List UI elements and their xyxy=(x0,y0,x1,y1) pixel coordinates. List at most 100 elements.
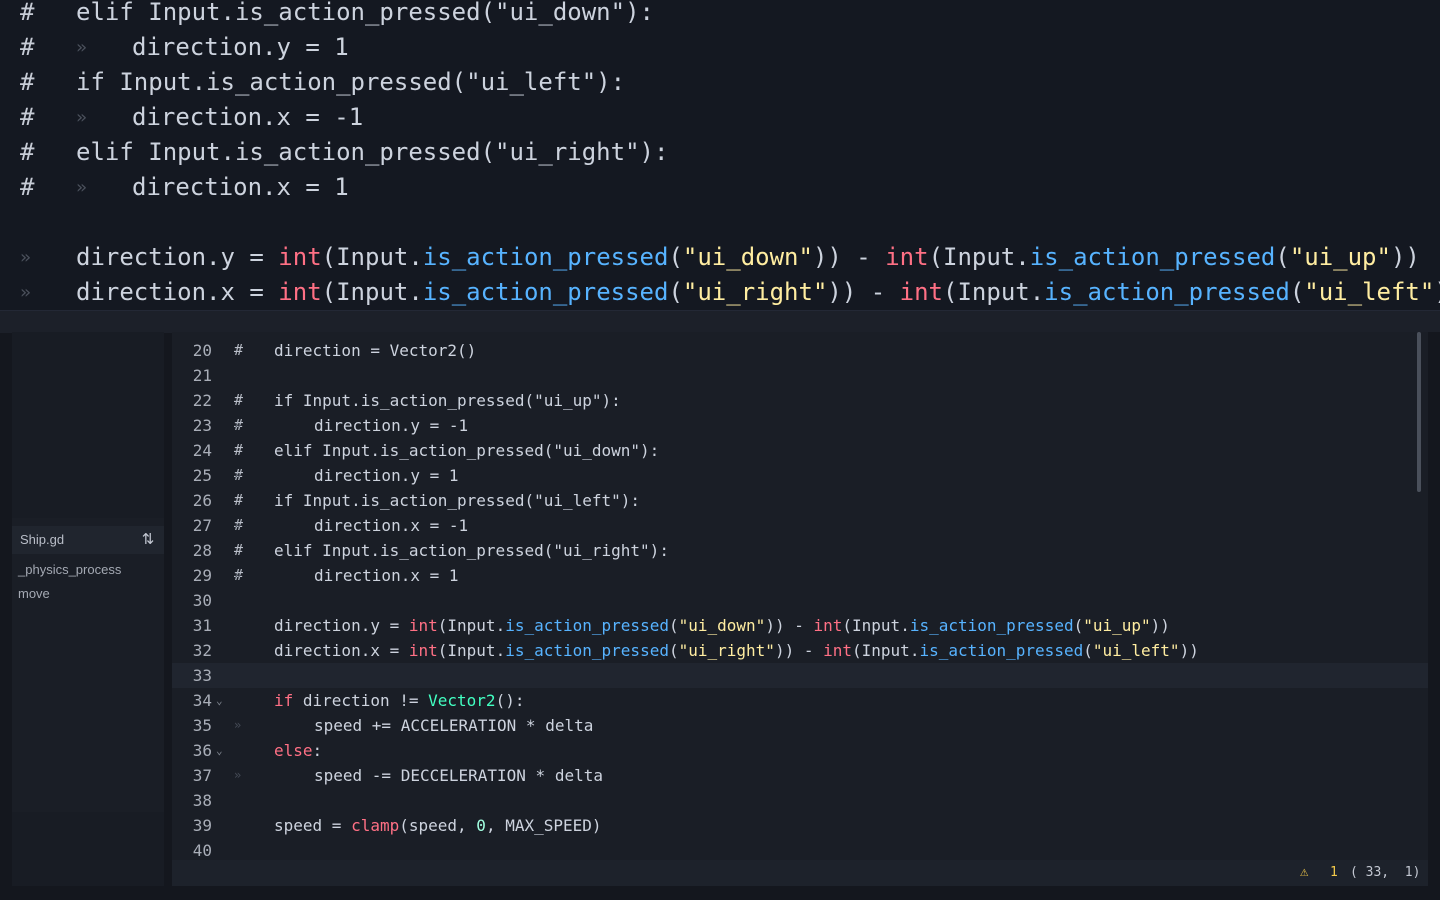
code-token: direction.y = -1 xyxy=(314,416,469,435)
warning-icon[interactable]: ⚠ xyxy=(1300,864,1308,880)
code-line[interactable]: 36 ⌄ else: xyxy=(172,738,1428,763)
code-line[interactable]: 32 direction.x = int(Input.is_action_pres… xyxy=(172,638,1428,663)
code-token: int xyxy=(408,641,438,660)
code-token: int xyxy=(408,616,438,635)
comment-marker: # xyxy=(234,391,244,409)
code-token: )) xyxy=(1150,616,1170,635)
code-token: elif Input.is_action_pressed("ui_down"): xyxy=(76,0,654,26)
line-number: 27 xyxy=(192,516,212,535)
comment-marker: # xyxy=(20,173,35,201)
code-token: direction.x = 1 xyxy=(314,566,459,585)
line-number: 38 xyxy=(192,791,212,810)
code-line[interactable]: 27 #» direction.x = -1 xyxy=(172,513,1428,538)
panel-divider xyxy=(0,310,1440,333)
code-token: if Input.is_action_pressed("ui_up"): xyxy=(274,391,621,410)
tab-indicator-icon: » xyxy=(234,568,242,582)
code-token: (Input. xyxy=(437,641,506,660)
code-text: direction.y = int(Input.is_action_presse… xyxy=(274,613,1170,638)
code-token: if Input.is_action_pressed("ui_left"): xyxy=(76,68,626,96)
code-token: if xyxy=(274,691,294,710)
code-line[interactable]: 23 #» direction.y = -1 xyxy=(172,413,1428,438)
sort-icon[interactable]: ⇅ xyxy=(138,530,158,550)
code-text: elif Input.is_action_pressed("ui_right")… xyxy=(274,538,669,563)
code-token: "ui_down" xyxy=(682,243,813,271)
code-token: direction.y = 1 xyxy=(314,466,459,485)
code-token: ( xyxy=(668,616,679,635)
comment-marker: # xyxy=(234,441,244,459)
line-number: 22 xyxy=(192,391,212,410)
code-token: (Input. xyxy=(321,243,423,271)
code-token: int xyxy=(813,616,843,635)
code-line[interactable]: 38 xyxy=(172,788,1428,813)
code-token: 0 xyxy=(476,816,486,835)
code-text: elif Input.is_action_pressed("ui_down"): xyxy=(274,438,659,463)
code-token: is_action_pressed xyxy=(1044,278,1290,306)
code-token: direction.x = -1 xyxy=(314,516,469,535)
method-item[interactable]: move xyxy=(18,586,50,601)
code-editor[interactable]: 20 # direction = Vector2() 21 22 # if Input.is… xyxy=(172,332,1428,860)
code-text: elif Input.is_action_pressed("ui_down"): xyxy=(76,0,654,30)
code-token: (Input. xyxy=(437,616,506,635)
line-number: 33 xyxy=(192,666,212,685)
code-line[interactable]: 35 » speed += ACCELERATION * delta xyxy=(172,713,1428,738)
code-line[interactable]: 25 #» direction.y = 1 xyxy=(172,463,1428,488)
fold-arrow-icon[interactable]: ⌄ xyxy=(216,738,223,763)
cursor-position: ( 33, 1) xyxy=(1350,865,1421,880)
code-token: is_action_pressed xyxy=(1029,243,1276,271)
script-list[interactable] xyxy=(12,332,164,518)
fold-arrow-icon[interactable]: ⌄ xyxy=(216,688,223,713)
code-token: elif Input.is_action_pressed("ui_right")… xyxy=(274,541,669,560)
code-token: direction = Vector2() xyxy=(274,341,477,360)
tab-indicator-icon: » xyxy=(234,418,242,432)
code-line[interactable]: 31 direction.y = int(Input.is_action_pres… xyxy=(172,613,1428,638)
code-token: (Input. xyxy=(943,278,1045,306)
code-line[interactable]: 22 # if Input.is_action_pressed("ui_up"): xyxy=(172,388,1428,413)
code-token: )) - xyxy=(812,243,886,271)
code-token: is_action_pressed xyxy=(422,278,669,306)
code-token: "ui_up" xyxy=(1083,616,1151,635)
code-token: (Input. xyxy=(321,278,423,306)
code-token: (): xyxy=(495,691,525,710)
code-line[interactable]: 24 # elif Input.is_action_pressed("ui_down… xyxy=(172,438,1428,463)
line-number: 26 xyxy=(192,491,212,510)
method-item[interactable]: _physics_process xyxy=(18,562,121,577)
code-token: ( xyxy=(668,243,683,271)
code-token: ( xyxy=(1275,243,1290,271)
code-line[interactable]: 30 xyxy=(172,588,1428,613)
code-line[interactable]: 39 speed = clamp(speed, 0, MAX_SPEED) xyxy=(172,813,1428,838)
line-number: 40 xyxy=(192,841,212,860)
editor-scrollbar[interactable] xyxy=(1417,332,1421,492)
code-line[interactable]: 21 xyxy=(172,363,1428,388)
code-line[interactable]: 40 xyxy=(172,838,1428,860)
code-line[interactable]: 20 # direction = Vector2() xyxy=(172,338,1428,363)
code-token: direction.y = 1 xyxy=(132,33,349,61)
code-line[interactable]: 33 xyxy=(172,663,1428,688)
code-line[interactable]: 29 #» direction.x = 1 xyxy=(172,563,1428,588)
status-bar: ⚠ 1 ( 33, 1) xyxy=(172,860,1428,886)
code-token: "ui_right" xyxy=(682,278,828,306)
code-token: , MAX_SPEED) xyxy=(485,816,602,835)
code-token: speed = xyxy=(274,816,352,835)
code-text: direction.y = 1 xyxy=(274,463,459,488)
comment-marker: # xyxy=(20,0,35,26)
code-line[interactable]: 28 # elif Input.is_action_pressed("ui_righ… xyxy=(172,538,1428,563)
code-text: direction = Vector2() xyxy=(274,338,476,363)
zoomed-code-overlay: # elif Input.is_action_pressed("ui_down")… xyxy=(0,0,1440,312)
warning-count[interactable]: 1 xyxy=(1330,865,1338,880)
script-filter-row[interactable]: Ship.gd ⇅ xyxy=(12,526,164,554)
code-token: direction.x = xyxy=(274,641,409,660)
code-token: int xyxy=(278,243,322,271)
code-token: clamp xyxy=(351,816,400,835)
script-list-panel: Ship.gd ⇅ _physics_process move xyxy=(12,332,164,886)
code-text: speed -= DECCELERATION * delta xyxy=(274,763,603,788)
code-token: Vector2 xyxy=(428,691,496,710)
comment-marker: # xyxy=(20,138,35,166)
code-token: )) xyxy=(1390,243,1420,271)
code-line[interactable]: 26 # if Input.is_action_pressed("ui_left")… xyxy=(172,488,1428,513)
code-token: "ui_left" xyxy=(1304,278,1435,306)
code-line[interactable]: 37 » speed -= DECCELERATION * delta xyxy=(172,763,1428,788)
comment-marker: # xyxy=(234,541,244,559)
code-token: direction != xyxy=(293,691,429,710)
line-number: 25 xyxy=(192,466,212,485)
code-line[interactable]: 34 ⌄ if direction != Vector2(): xyxy=(172,688,1428,713)
